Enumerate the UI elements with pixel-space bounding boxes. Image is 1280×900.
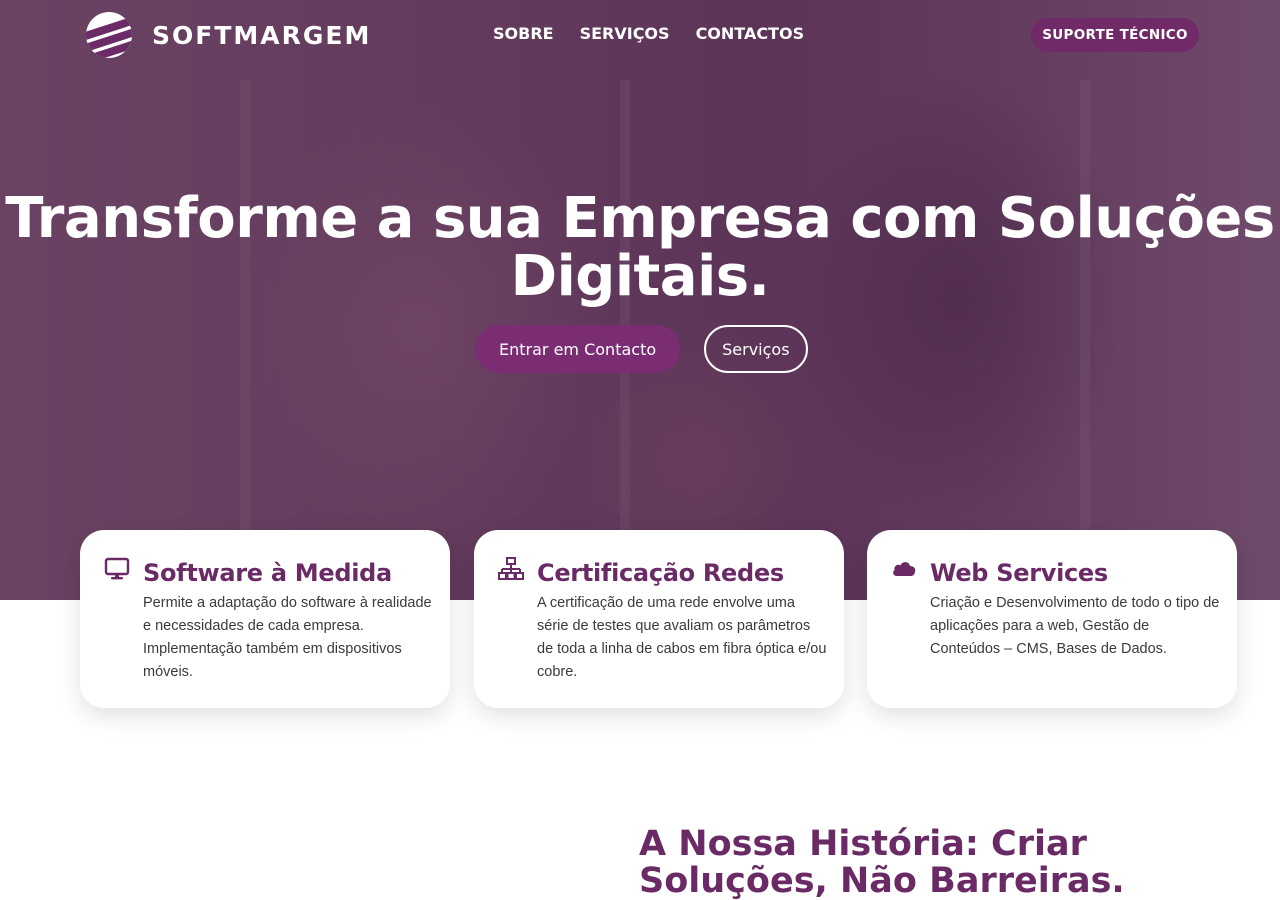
- nav-link-sobre[interactable]: SOBRE: [493, 24, 554, 43]
- main-menu: SOBRE SERVIÇOS CONTACTOS: [493, 24, 804, 43]
- hero-actions: Entrar em Contacto Serviços: [475, 325, 808, 373]
- card-text: Permite a adaptação do software à realid…: [143, 595, 432, 680]
- cloud-icon: [893, 562, 916, 576]
- service-card-software[interactable]: Software à Medida Permite a adaptação do…: [80, 530, 450, 708]
- card-title: Certificação Redes: [537, 559, 784, 587]
- brand-name: SOFTMARGEM: [152, 20, 372, 50]
- network-icon: [498, 557, 524, 580]
- card-title: Software à Medida: [143, 559, 392, 587]
- top-navigation: SOFTMARGEM SOBRE SERVIÇOS CONTACTOS SUPO…: [0, 0, 1280, 70]
- card-title: Web Services: [930, 559, 1108, 587]
- support-button[interactable]: SUPORTE TÉCNICO: [1031, 18, 1199, 52]
- services-button[interactable]: Serviços: [704, 325, 808, 373]
- service-card-networks[interactable]: Certificação Redes A certificação de uma…: [474, 530, 844, 708]
- card-text: A certificação de uma rede envolve uma s…: [537, 595, 827, 680]
- service-card-web[interactable]: Web Services Criação e Desenvolvimento d…: [867, 530, 1237, 708]
- contact-button[interactable]: Entrar em Contacto: [475, 325, 681, 373]
- history-title: A Nossa História: Criar Soluções, Não Ba…: [639, 824, 1125, 900]
- nav-link-servicos[interactable]: SERVIÇOS: [580, 24, 670, 43]
- hero-title: Transforme a sua Empresa com Soluções Di…: [5, 186, 1275, 309]
- logo-link[interactable]: SOFTMARGEM: [86, 12, 371, 58]
- card-text: Criação e Desenvolvimento de todo o tipo…: [930, 595, 1220, 657]
- logo-icon: [86, 12, 132, 58]
- monitor-icon: [104, 557, 130, 580]
- nav-link-contactos[interactable]: CONTACTOS: [696, 24, 805, 43]
